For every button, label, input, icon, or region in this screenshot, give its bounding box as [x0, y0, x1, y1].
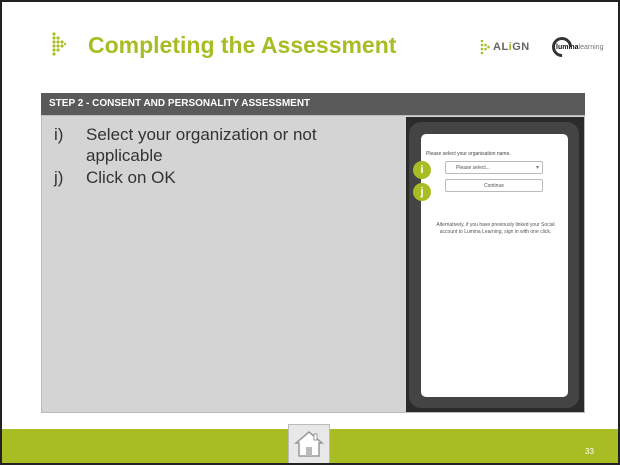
dotted-triangle-icon	[52, 32, 66, 56]
instruction-list: i) Select your organization or not appli…	[54, 124, 354, 189]
lumina-swirl-icon	[547, 32, 577, 62]
phone-screen: Please select your organisation name. Pl…	[413, 134, 568, 397]
align-logo: ALiGN	[480, 38, 530, 56]
list-item: i) Select your organization or not appli…	[54, 124, 354, 166]
continue-button[interactable]: Continue	[445, 179, 543, 192]
align-wordmark: ALiGN	[493, 41, 530, 53]
select-placeholder: Please select...	[456, 165, 490, 171]
list-text: Click on OK	[86, 168, 176, 187]
align-mark-icon	[480, 39, 490, 55]
list-text: Select your organization or not applicab…	[86, 125, 317, 165]
organisation-prompt: Please select your organisation name.	[426, 151, 511, 157]
list-marker: i)	[54, 125, 64, 144]
list-item: j) Click on OK	[54, 167, 354, 188]
callout-badge-i: i	[413, 161, 431, 179]
chevron-down-icon: ▾	[535, 165, 539, 171]
callout-badge-j: j	[413, 183, 431, 201]
phone-screenshot: Please select your organisation name. Pl…	[406, 117, 584, 412]
home-icon	[294, 431, 324, 457]
page-title: Completing the Assessment	[88, 32, 397, 58]
slide: Completing the Assessment ALiGN luminale…	[0, 0, 620, 465]
organisation-select[interactable]: Please select... ▾	[445, 161, 543, 174]
phone-frame: Please select your organisation name. Pl…	[409, 122, 579, 408]
home-button[interactable]	[288, 424, 330, 463]
content-panel: i) Select your organization or not appli…	[41, 115, 585, 413]
lumina-logo: luminalearning	[547, 32, 614, 62]
list-marker: j)	[54, 168, 64, 187]
social-signin-text: Alternatively, if you have previously li…	[436, 222, 555, 235]
page-number: 33	[585, 447, 594, 456]
step-banner: STEP 2 - CONSENT AND PERSONALITY ASSESSM…	[41, 93, 585, 115]
